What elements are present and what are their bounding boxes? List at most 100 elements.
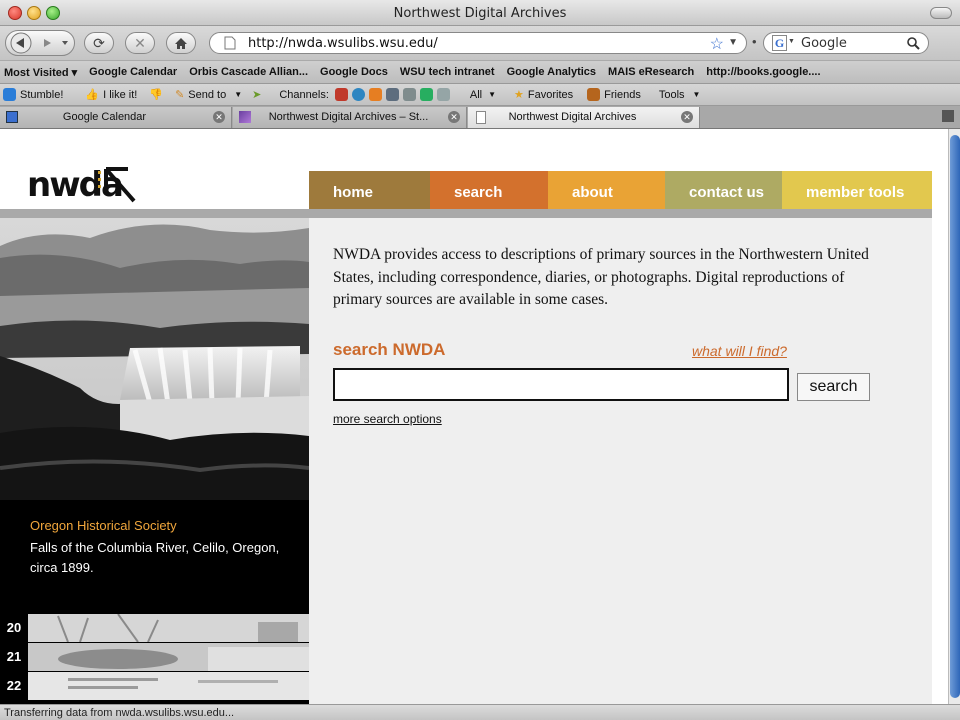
friends-icon [587,88,601,101]
home-button[interactable] [166,32,196,54]
thumbs-down-icon: 👎 [149,89,164,101]
forward-button[interactable] [44,39,51,47]
bookmark-mais-eresearch[interactable]: MAIS eResearch [602,66,700,78]
nav-search[interactable]: search [430,171,548,209]
strip-thumbnail [28,614,309,642]
tab-close-icon[interactable]: ✕ [213,111,225,123]
url-bar[interactable]: http://nwda.wsulibs.wsu.edu/ ☆ ▼ [209,32,747,54]
stop-button[interactable]: ✕ [125,32,155,54]
page-icon [224,36,236,50]
main-content: NWDA provides access to descriptions of … [309,218,932,704]
status-bar: Transferring data from nwda.wsulibs.wsu.… [0,704,960,720]
bookmark-most-visited[interactable]: Most Visited ▾ [0,66,83,79]
window-title: Northwest Digital Archives [393,6,567,21]
nav-contact-us[interactable]: contact us [665,171,782,209]
web-page: nwda home search about contact us member… [0,129,948,704]
more-search-options-link[interactable]: more search options [333,412,442,426]
tab-strip: Google Calendar ✕ Northwest Digital Arch… [0,106,960,129]
history-dropdown-icon[interactable] [62,41,68,45]
bookmark-google-calendar[interactable]: Google Calendar [83,66,183,78]
bookmark-google-analytics[interactable]: Google Analytics [501,66,602,78]
thumbs-up-icon: 👍 [85,89,100,101]
collection-strip-21[interactable]: 21 [0,643,309,671]
photo-caption-text: Falls of the Columbia River, Celilo, Ore… [30,540,280,575]
tools-button[interactable]: Tools ▼ [659,89,701,101]
search-input[interactable] [333,368,789,401]
google-engine-icon[interactable]: G [772,35,787,51]
strip-number: 22 [0,672,28,700]
navigation-toolbar: ⟳ ✕ http://nwda.wsulibs.wsu.edu/ ☆ ▼ • G… [0,26,960,60]
back-button[interactable] [10,32,32,54]
tab-close-icon[interactable]: ✕ [681,111,693,123]
web-search-placeholder: Google [801,36,847,51]
status-text: Transferring data from nwda.wsulibs.wsu.… [4,707,235,719]
toolbar-separator-dot: • [752,34,757,49]
toolbar-toggle-button[interactable] [930,7,952,19]
engine-dropdown-icon[interactable]: ▼ [788,38,795,45]
bookmark-wsu-tech-intranet[interactable]: WSU tech intranet [394,66,501,78]
intro-paragraph: NWDA provides access to descriptions of … [333,246,869,308]
stumbleupon-icon [3,88,16,101]
magnifier-icon[interactable] [907,37,920,50]
channel-tv-icon[interactable] [402,88,416,101]
reload-button[interactable]: ⟳ [84,32,114,54]
favorites-button[interactable]: ★ Favorites [514,88,573,102]
channel-people-icon[interactable] [368,88,382,101]
strip-number: 20 [0,614,28,642]
stop-icon: ✕ [134,34,146,51]
url-text[interactable]: http://nwda.wsulibs.wsu.edu/ [248,36,438,51]
vertical-scrollbar[interactable] [948,129,960,704]
like-button[interactable]: 👍 I like it! [85,88,137,102]
photo-caption-org[interactable]: Oregon Historical Society [30,518,177,533]
tab-nwda-search[interactable]: Northwest Digital Archives – St... ✕ [233,107,467,128]
tab-google-calendar[interactable]: Google Calendar ✕ [0,107,232,128]
collection-strip-20[interactable]: 20 [0,614,309,642]
bookmark-orbis-cascade[interactable]: Orbis Cascade Allian... [183,66,314,78]
reload-icon: ⟳ [93,34,105,51]
channel-books-icon[interactable] [334,88,348,101]
tab-nwda-home[interactable]: Northwest Digital Archives ✕ [468,107,700,128]
collection-strip-22[interactable]: 22 [0,672,309,700]
strip-number: 21 [0,643,28,671]
strip-thumbnail [28,643,309,671]
friends-button[interactable]: Friends [587,88,641,101]
header-divider [0,209,932,218]
channel-media-icon[interactable] [419,88,433,101]
what-will-i-find-link[interactable]: what will I find? [692,343,787,359]
url-dropdown-icon[interactable]: ▼ [728,37,738,48]
share-icon[interactable]: ➤ [252,88,261,101]
bookmark-star-icon[interactable]: ☆ [710,34,724,54]
channel-tag-icon[interactable] [436,88,450,101]
send-icon: ✎ [175,89,185,101]
strip-thumbnail [28,672,309,700]
all-channels-button[interactable]: All ▼ [470,89,496,101]
celilo-falls-photo [0,218,309,500]
channel-photo-icon[interactable] [385,88,399,101]
bookmarks-toolbar: Most Visited ▾ Google Calendar Orbis Cas… [0,60,960,84]
forward-arrow-icon [44,39,51,47]
nav-home[interactable]: home [309,171,430,209]
bookmark-google-docs[interactable]: Google Docs [314,66,394,78]
back-forward-group [5,30,75,56]
search-button[interactable]: search [797,373,870,401]
bookmark-google-books[interactable]: http://books.google.... [700,66,826,78]
logo-arrow-icon [98,167,136,203]
search-heading: search NWDA [333,340,446,359]
dislike-button[interactable]: 👎 [149,88,163,101]
all-dropdown-icon: ▼ [488,90,497,99]
web-search-box[interactable]: G ▼ Google [763,32,929,54]
tools-dropdown-icon: ▼ [692,90,701,99]
channel-globe-icon[interactable] [351,88,365,101]
stumbleupon-toolbar: Stumble! 👍 I like it! 👎 ✎ Send to ▼ ➤ Ch… [0,84,960,106]
scrollbar-thumb[interactable] [950,135,960,698]
channel-icons [334,88,454,101]
send-to-button[interactable]: ✎ Send to ▼ [175,88,242,102]
nav-about[interactable]: about [548,171,665,209]
tab-close-icon[interactable]: ✕ [448,111,460,123]
tab-list-icon[interactable] [942,110,954,122]
nwda-favicon [239,111,251,123]
stumble-button[interactable]: Stumble! [3,88,63,101]
star-icon: ★ [514,89,524,101]
nav-member-tools[interactable]: member tools [782,171,932,209]
window-titlebar: Northwest Digital Archives [0,0,960,26]
